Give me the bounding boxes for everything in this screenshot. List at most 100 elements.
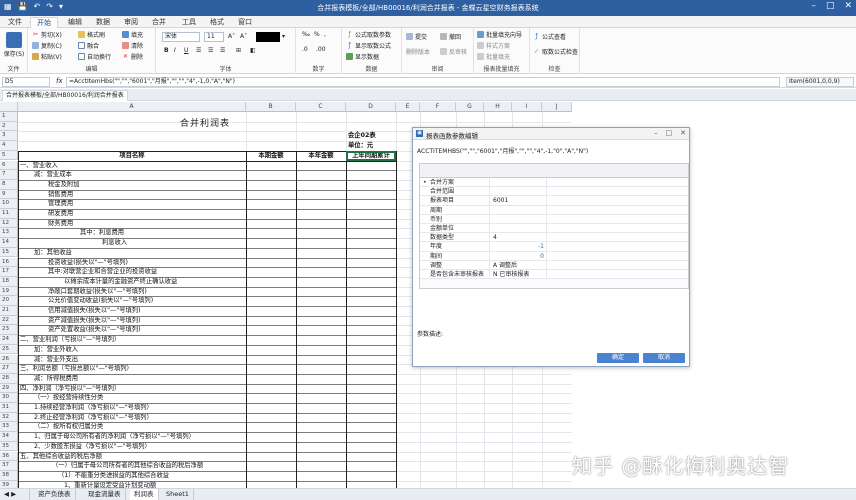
row-header[interactable]: 21: [0, 306, 18, 316]
autowrap-button[interactable]: 自动换行: [78, 52, 111, 61]
tab-review[interactable]: 审阅: [118, 17, 144, 28]
tab-home[interactable]: 开始: [30, 17, 58, 28]
row-item-label[interactable]: 以摊余成本计量的金融资产终止确认收益: [64, 277, 177, 287]
row-item-label[interactable]: （二）按所有权归属分类: [34, 422, 103, 432]
column-header-a[interactable]: A: [18, 102, 246, 112]
param-row[interactable]: 年度 -1: [420, 242, 688, 252]
row-item-label[interactable]: 研发费用: [48, 209, 73, 219]
row-header[interactable]: 7: [0, 170, 18, 180]
row-item-label[interactable]: 其中：利息费用: [80, 228, 124, 238]
param-value[interactable]: 6001: [493, 196, 547, 206]
row-item-label[interactable]: 利息收入: [102, 238, 127, 248]
row-header[interactable]: 17: [0, 267, 18, 277]
column-header-h[interactable]: H: [484, 102, 512, 112]
batch-fill-wizard-button[interactable]: 批量填充向导: [477, 30, 522, 39]
param-value[interactable]: [493, 205, 547, 215]
row-header[interactable]: 23: [0, 325, 18, 336]
row-header[interactable]: 5: [0, 150, 18, 161]
param-value[interactable]: 0: [493, 251, 547, 261]
tab-format[interactable]: 格式: [204, 17, 230, 28]
unit-label[interactable]: 单位：元: [348, 141, 373, 151]
formula-input[interactable]: =AcctItemHbs("","","6001","月报","","","4"…: [66, 77, 780, 87]
row-header[interactable]: 33: [0, 422, 18, 433]
row-item-label[interactable]: （一）按经营持续性分类: [34, 393, 103, 403]
param-row[interactable]: ▸ 合并方案: [420, 178, 688, 188]
delete-button[interactable]: ✕ 删除: [122, 52, 143, 61]
row-header[interactable]: 6: [0, 160, 18, 171]
row-item-label[interactable]: 减：所得税费用: [34, 374, 78, 384]
row-item-label[interactable]: 资产处置收益(损失以"—"号填列): [48, 325, 141, 335]
fetch-check-button[interactable]: ✓ 取数公式检查: [533, 47, 578, 56]
font-name-select[interactable]: 宋体: [162, 32, 200, 42]
row-item-label[interactable]: 公允价值变动收益(损失以"—"号填列): [48, 296, 153, 306]
document-tab[interactable]: 合并报表模板/全部/HB00016/利润合并报表: [2, 90, 128, 101]
grow-font-icon[interactable]: A˄: [228, 33, 235, 40]
fill-button[interactable]: 填充: [122, 30, 143, 39]
dialog-close-icon[interactable]: ✕: [680, 129, 686, 137]
fx-icon[interactable]: fx: [56, 77, 63, 85]
percent-icon[interactable]: %: [314, 31, 320, 38]
row-header[interactable]: 39: [0, 480, 18, 488]
row-item-label[interactable]: （1）不能重分类进损益的其他综合收益: [58, 471, 169, 481]
tab-tools[interactable]: 工具: [176, 17, 202, 28]
color-select[interactable]: [256, 32, 280, 42]
row-header[interactable]: 16: [0, 257, 18, 268]
clear-button[interactable]: 清除: [122, 41, 143, 50]
param-row[interactable]: 金额单位: [420, 224, 688, 234]
batch-fill-button[interactable]: 批量填充: [477, 52, 510, 61]
close-icon[interactable]: ✕: [844, 1, 852, 11]
row-header[interactable]: 2: [0, 121, 18, 132]
shrink-font-icon[interactable]: A˅: [240, 33, 247, 40]
select-all-corner[interactable]: [0, 102, 18, 112]
row-header[interactable]: 31: [0, 403, 18, 413]
show-data-button[interactable]: 显示数据: [346, 52, 379, 61]
tab-consolidate[interactable]: 合并: [146, 17, 172, 28]
param-value[interactable]: N 已审核报表: [493, 270, 547, 279]
row-item-label[interactable]: 2.终止经营净利润（净亏损以"—"号填列）: [34, 413, 153, 423]
row-item-label[interactable]: 二、营业利润（亏损以"—"号填列）: [20, 335, 120, 345]
tab-data[interactable]: 数据: [90, 17, 116, 28]
param-value[interactable]: [493, 224, 547, 233]
tab-file[interactable]: 文件: [2, 17, 28, 28]
ok-button[interactable]: 确定: [597, 353, 639, 363]
row-item-label[interactable]: 资产减值损失(损失以"—"号填列): [48, 316, 141, 326]
row-header[interactable]: 36: [0, 451, 18, 462]
italic-button[interactable]: I: [174, 47, 176, 54]
tab-window[interactable]: 窗口: [232, 17, 258, 28]
row-header[interactable]: 30: [0, 393, 18, 403]
increase-decimal-icon[interactable]: .0: [302, 46, 308, 53]
row-header[interactable]: 20: [0, 296, 18, 306]
row-header[interactable]: 14: [0, 238, 18, 248]
minimize-icon[interactable]: –: [811, 1, 816, 11]
column-header-d[interactable]: D: [346, 102, 396, 112]
maximize-icon[interactable]: □: [826, 1, 835, 11]
format-painter-button[interactable]: 格式刷: [78, 30, 105, 39]
header-year[interactable]: 本年金额: [296, 151, 346, 161]
param-row[interactable]: 调整 A 调整后: [420, 260, 688, 270]
cell-name-box[interactable]: D5: [2, 77, 50, 87]
fill-color-icon[interactable]: ◧: [250, 47, 256, 54]
dialog-maximize-icon[interactable]: □: [666, 129, 673, 137]
param-row[interactable]: 数据类型 4: [420, 233, 688, 243]
save-button[interactable]: 保存(S): [3, 32, 25, 58]
row-item-label[interactable]: 五、其他综合收益的税后净额: [20, 452, 102, 462]
row-header[interactable]: 25: [0, 344, 18, 355]
row-item-label[interactable]: 减：营业成本: [34, 170, 72, 180]
row-item-label[interactable]: 1、归属于母公司所有者的净利润（净亏损以"—"号填列）: [34, 432, 195, 442]
row-item-label[interactable]: 加：营业外收入: [34, 345, 78, 355]
param-value[interactable]: 4: [493, 233, 547, 243]
row-header[interactable]: 34: [0, 432, 18, 442]
param-value[interactable]: [493, 214, 547, 224]
row-header[interactable]: 12: [0, 218, 18, 229]
submit-button[interactable]: 提交: [406, 32, 427, 41]
column-header-j[interactable]: J: [542, 102, 572, 112]
align-right-icon[interactable]: ☰: [220, 47, 225, 54]
row-header[interactable]: 19: [0, 286, 18, 297]
copy-button[interactable]: 复制(C): [32, 41, 62, 50]
row-item-label[interactable]: 其中:对联营企业和合营企业的投资收益: [48, 267, 157, 277]
param-row[interactable]: 币别: [420, 214, 688, 224]
param-value[interactable]: -1: [493, 242, 547, 252]
row-item-label[interactable]: 销售费用: [48, 190, 73, 200]
row-header[interactable]: 4: [0, 141, 18, 151]
param-value[interactable]: [493, 187, 547, 197]
